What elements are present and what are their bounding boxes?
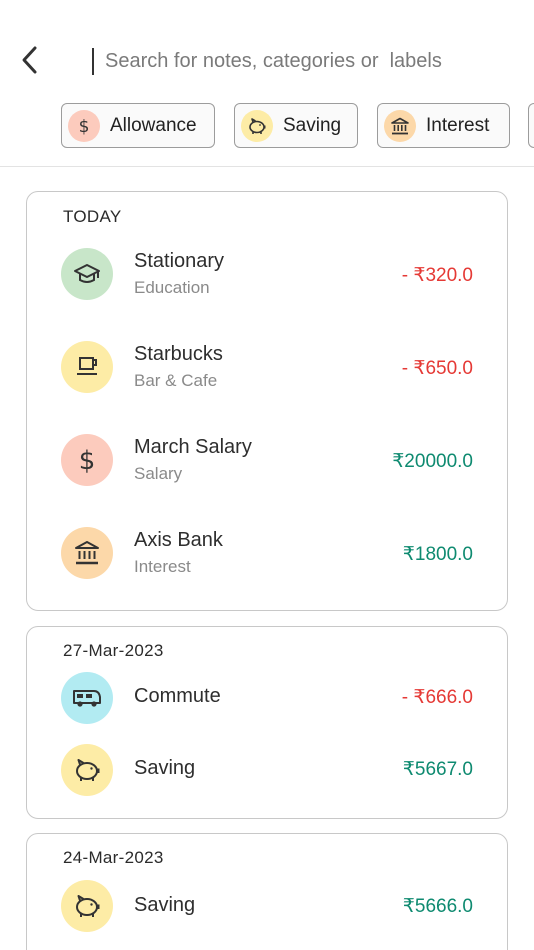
transaction-amount: ₹5667.0 <box>402 759 473 780</box>
dollar-icon: $ <box>61 434 113 486</box>
transaction-row[interactable]: Commute - ₹666.0 <box>61 671 473 725</box>
transaction-row[interactable]: Stationary Education - ₹320.0 <box>61 247 473 301</box>
piggy-bank-icon <box>241 109 273 142</box>
transaction-name: Stationary <box>134 250 225 272</box>
chip-saving[interactable]: Saving <box>234 103 358 148</box>
transaction-amount: ₹1800.0 <box>402 544 473 565</box>
transaction-name: Saving <box>134 757 196 779</box>
svg-text:$: $ <box>79 446 96 475</box>
transaction-row[interactable]: Saving ₹5667.0 <box>61 743 473 797</box>
piggy-bank-icon <box>61 880 113 932</box>
chip-interest[interactable]: Interest <box>377 103 510 148</box>
transaction-name: Starbucks <box>134 343 223 365</box>
search-input[interactable] <box>100 44 520 78</box>
graduation-cap-icon <box>61 248 113 300</box>
piggy-bank-icon <box>61 744 113 796</box>
transaction-name: Commute <box>134 685 221 707</box>
group-date: TODAY <box>63 207 122 226</box>
search-header <box>0 0 534 100</box>
back-button[interactable] <box>14 44 46 76</box>
chip-label: Allowance <box>110 114 197 136</box>
transaction-amount: ₹5666.0 <box>402 896 473 917</box>
chevron-left-icon <box>22 46 37 74</box>
transaction-group-card: TODAY Stationary Education - ₹320.0 Star… <box>26 191 508 611</box>
chip-more[interactable] <box>528 103 534 148</box>
svg-text:$: $ <box>79 117 90 136</box>
bank-icon <box>384 109 416 142</box>
transaction-amount: - ₹650.0 <box>401 358 473 379</box>
transaction-row[interactable]: $ March Salary Salary ₹20000.0 <box>61 433 473 487</box>
group-date: 27-Mar-2023 <box>63 641 164 660</box>
group-date: 24-Mar-2023 <box>63 848 164 867</box>
text-cursor <box>92 48 94 75</box>
transaction-category: Salary <box>134 464 183 483</box>
transaction-name: Axis Bank <box>134 529 223 551</box>
chip-label: Saving <box>283 114 342 136</box>
chip-allowance[interactable]: $ Allowance <box>61 103 215 148</box>
transaction-category: Bar & Cafe <box>134 371 218 390</box>
transaction-category: Interest <box>134 557 191 576</box>
transaction-name: Saving <box>134 894 196 916</box>
transaction-row[interactable]: Saving ₹5666.0 <box>61 879 473 933</box>
header-divider <box>0 166 534 167</box>
bus-icon <box>61 672 113 724</box>
filter-chips: $ Allowance Saving Interest <box>0 103 534 149</box>
transaction-amount: - ₹666.0 <box>401 687 473 708</box>
transaction-amount: ₹20000.0 <box>392 451 473 472</box>
chip-label: Interest <box>426 114 490 136</box>
dollar-icon: $ <box>68 109 100 142</box>
transaction-row[interactable]: Axis Bank Interest ₹1800.0 <box>61 526 473 580</box>
transaction-group-card: 27-Mar-2023 Commute - ₹666.0 Saving ₹566… <box>26 626 508 819</box>
bank-icon <box>61 527 113 579</box>
transaction-row[interactable]: Starbucks Bar & Cafe - ₹650.0 <box>61 340 473 394</box>
coffee-cup-icon <box>61 341 113 393</box>
transaction-category: Education <box>134 278 210 297</box>
transaction-amount: - ₹320.0 <box>401 265 473 286</box>
transaction-name: March Salary <box>134 436 252 458</box>
transaction-group-card: 24-Mar-2023 Saving ₹5666.0 <box>26 833 508 950</box>
